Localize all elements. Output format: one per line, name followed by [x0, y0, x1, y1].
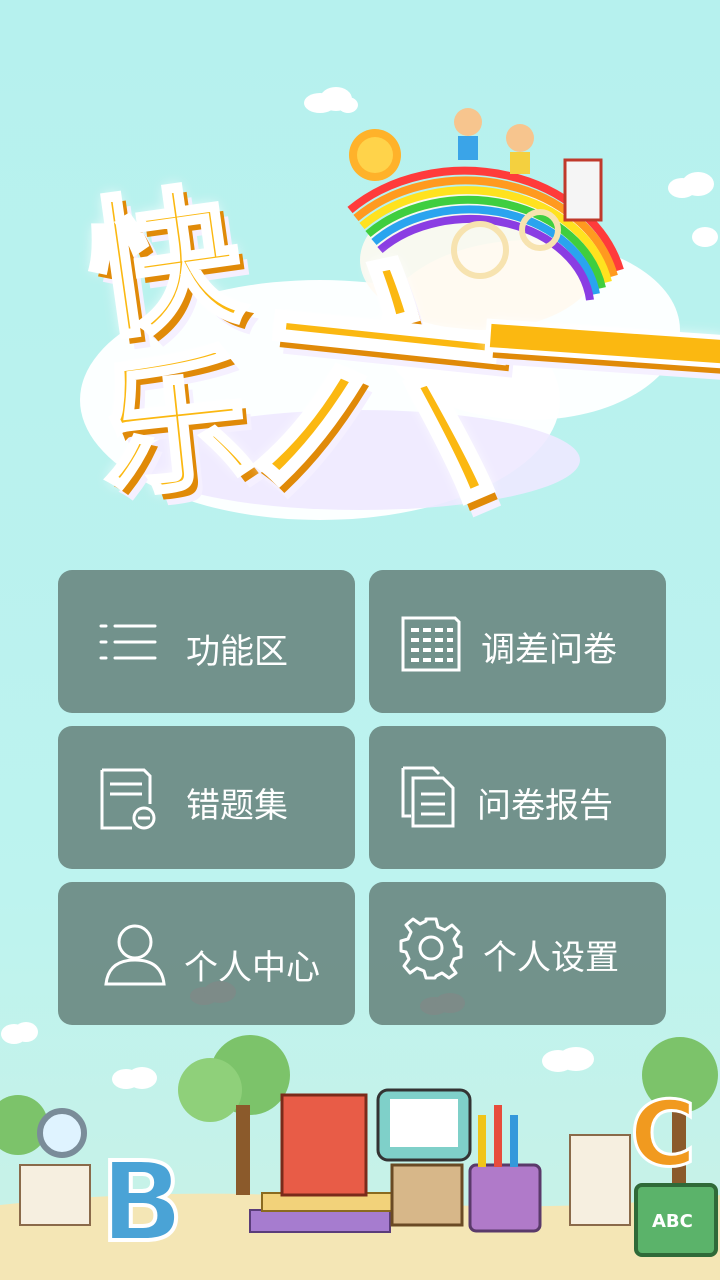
copy-document-icon [399, 764, 459, 830]
list-icon [98, 620, 158, 664]
menu-item-label: 调差问卷 [481, 630, 617, 670]
document-minus-icon [98, 766, 162, 832]
menu-item-label: 功能区 [186, 632, 288, 672]
menu-item-label: 问卷报告 [477, 786, 613, 826]
menu-item-survey-report[interactable]: 问卷报告 [369, 726, 666, 869]
svg-text:B: B [100, 1138, 184, 1266]
menu-item-survey[interactable]: 调差问卷 [369, 570, 666, 713]
menu-item-function-area[interactable]: 功能区 [58, 570, 355, 713]
banner-title: 快 乐 六 一 [76, 160, 720, 580]
banner-char: 乐 [89, 328, 261, 522]
cloud-decoration [420, 993, 465, 1015]
svg-text:ABC: ABC [652, 1211, 693, 1232]
gear-icon [399, 916, 463, 980]
menu-item-personal-settings[interactable]: 个人设置 [369, 882, 666, 1025]
menu-item-wrong-questions[interactable]: 错题集 [58, 726, 355, 869]
bottom-scenery-illustration: B C ABC [0, 1035, 720, 1280]
menu-item-label: 错题集 [186, 786, 288, 826]
banner-char: 一 [468, 198, 720, 511]
svg-text:C: C [630, 1082, 696, 1187]
cloud-decoration [190, 981, 236, 1005]
menu-grid: 功能区 调差问卷 错题集 问卷报告 个人中心 个人设置 [58, 570, 666, 1028]
banner-illustration: 快 乐 六 一 [60, 100, 720, 545]
document-grid-icon [399, 614, 463, 674]
banner-char: 快 [76, 166, 254, 364]
user-icon [102, 922, 168, 988]
menu-item-label: 个人设置 [483, 938, 619, 978]
